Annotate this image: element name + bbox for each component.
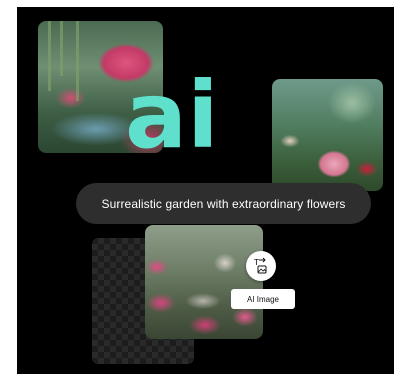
ai-image-badge-label: AI Image [246,294,279,304]
garden-image-mountain [272,79,383,191]
ai-image-badge: AI Image [231,289,295,309]
hero-canvas: ai Surrealistic garden with extraordinar… [17,7,394,374]
text-to-image-icon[interactable]: T [246,251,276,281]
ai-logo-text: ai [125,73,219,165]
text-to-image-glyph: T [253,257,267,274]
prompt-bar[interactable]: Surrealistic garden with extraordinary f… [76,183,371,224]
prompt-text: Surrealistic garden with extraordinary f… [101,196,346,211]
ai-logo: ai [125,73,219,165]
garden-image-path [145,225,263,339]
svg-text:T: T [253,258,259,267]
